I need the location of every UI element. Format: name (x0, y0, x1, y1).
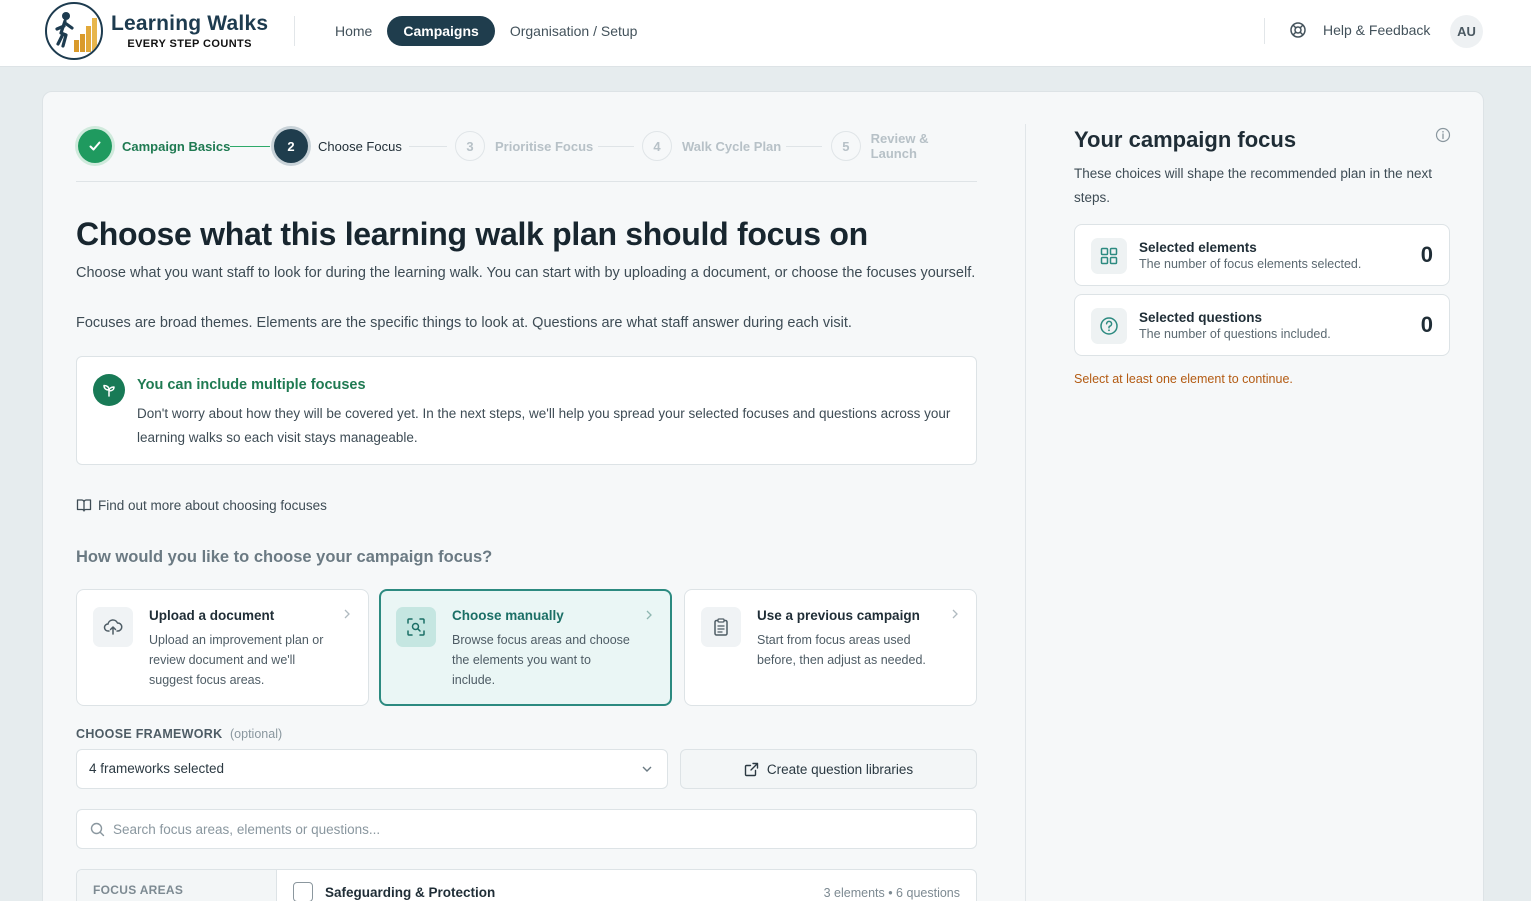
step-prioritise-focus[interactable]: 3 Prioritise Focus (455, 126, 593, 166)
wizard-stepper: Campaign Basics 2 Choose Focus 3 Priorit… (76, 126, 977, 166)
step-connector (230, 146, 270, 147)
focus-area-title: Safeguarding & Protection (325, 884, 496, 900)
selected-questions-count: 0 (1420, 312, 1433, 337)
option-description: Start from focus areas used before, then… (757, 633, 926, 667)
step-connector (598, 146, 634, 147)
focus-area-row[interactable]: Safeguarding & Protection (293, 882, 495, 901)
create-question-libraries-button[interactable]: Create question libraries (680, 749, 977, 789)
checkmark-icon (78, 129, 112, 163)
step-label: Choose Focus (318, 138, 402, 154)
framework-label-text: CHOOSE FRAMEWORK (76, 727, 223, 741)
framework-optional-label: (optional) (230, 727, 283, 741)
chevron-right-icon (952, 609, 958, 619)
external-link-icon (744, 762, 759, 776)
user-avatar[interactable]: AU (1450, 15, 1483, 48)
stat-description: The number of focus elements selected. (1139, 257, 1362, 271)
nav-divider-right (1264, 18, 1265, 44)
option-previous-campaign[interactable]: Use a previous campaign Start from focus… (684, 589, 977, 706)
step-label: Campaign Basics (122, 138, 231, 154)
intro-text: Choose what you want staff to look for d… (76, 265, 976, 281)
find-out-more-label: Find out more about choosing focuses (98, 497, 327, 513)
step-label: Walk Cycle Plan (682, 138, 782, 154)
step-connector (409, 146, 447, 147)
create-question-libraries-label: Create question libraries (766, 761, 914, 777)
nav-item-home[interactable]: Home (320, 16, 387, 46)
chevron-down-icon (642, 766, 652, 772)
info-box-text: Don't worry about how they will be cover… (137, 406, 951, 445)
lifebuoy-icon (1290, 22, 1306, 38)
app-logo[interactable]: Learning Walks EVERY STEP COUNTS (45, 2, 268, 60)
step-review-launch[interactable]: 5 Review & Launch (831, 126, 977, 166)
main-nav: Home Campaigns Organisation / Setup (320, 16, 652, 46)
app-tagline: EVERY STEP COUNTS (127, 38, 252, 50)
framework-selected-value: 4 frameworks selected (89, 761, 225, 776)
top-navigation-bar: Learning Walks EVERY STEP COUNTS Home Ca… (0, 0, 1531, 67)
page-title: Choose what this learning walk plan shou… (76, 216, 868, 252)
search-input[interactable] (113, 810, 963, 848)
choose-method-heading: How would you like to choose your campai… (76, 548, 493, 566)
step-campaign-basics[interactable]: Campaign Basics (78, 126, 230, 166)
option-upload-document[interactable]: Upload a document Upload an improvement … (76, 589, 369, 706)
selected-elements-count: 0 (1420, 242, 1433, 267)
option-description: Upload an improvement plan or review doc… (149, 633, 324, 687)
focus-areas-panel: FOCUS AREAS Safeguarding & Protection 3 … (76, 869, 977, 901)
info-icon[interactable] (1435, 127, 1451, 143)
focus-areas-sidebar: FOCUS AREAS (77, 870, 277, 901)
app-title: Learning Walks (111, 12, 269, 35)
nav-item-campaigns[interactable]: Campaigns (387, 16, 495, 46)
walker-logo-icon (45, 2, 103, 60)
clipboard-icon (701, 607, 741, 647)
selected-questions-card: Selected questions The number of questio… (1074, 294, 1450, 356)
validation-warning: Select at least one element to continue. (1074, 372, 1293, 386)
step-number: 3 (455, 131, 485, 161)
grid-icon (1091, 238, 1127, 274)
intro-text-definitions: Focuses are broad themes. Elements are t… (76, 315, 852, 331)
step-label: Prioritise Focus (495, 138, 594, 154)
step-choose-focus[interactable]: 2 Choose Focus (274, 126, 402, 166)
sprout-icon (93, 374, 125, 406)
chevron-right-icon (344, 609, 350, 619)
column-divider (1025, 124, 1026, 901)
stepper-divider (76, 181, 977, 182)
book-open-icon (76, 499, 92, 512)
question-circle-icon (1091, 308, 1127, 344)
help-label: Help & Feedback (1323, 22, 1431, 38)
nav-divider (294, 16, 295, 46)
find-out-more-link[interactable]: Find out more about choosing focuses (76, 497, 327, 513)
focus-search-box (76, 809, 977, 849)
step-walk-cycle-plan[interactable]: 4 Walk Cycle Plan (642, 126, 781, 166)
cloud-upload-icon (93, 607, 133, 647)
summary-title: Your campaign focus (1074, 127, 1297, 152)
focus-area-meta: 3 elements • 6 questions (823, 886, 960, 900)
multiple-focuses-info-box: You can include multiple focuses Don't w… (76, 356, 977, 465)
summary-subtitle: These choices will shape the recommended… (1074, 166, 1432, 205)
step-label: Review & Launch (870, 131, 929, 161)
framework-select[interactable]: 4 frameworks selected (76, 749, 668, 789)
option-title: Choose manually (452, 608, 564, 623)
step-number: 4 (642, 131, 672, 161)
stat-title: Selected elements (1139, 240, 1257, 255)
option-title: Upload a document (149, 608, 275, 623)
search-icon (90, 822, 105, 837)
focus-areas-label: FOCUS AREAS (93, 883, 184, 897)
info-box-title: You can include multiple focuses (137, 377, 366, 393)
scan-search-icon (396, 607, 436, 647)
campaign-wizard-card: Campaign Basics 2 Choose Focus 3 Priorit… (42, 91, 1484, 901)
nav-item-organisation-setup[interactable]: Organisation / Setup (495, 16, 653, 46)
chevron-right-icon (646, 610, 652, 620)
option-choose-manually[interactable]: Choose manually Browse focus areas and c… (379, 589, 672, 706)
step-number: 5 (831, 131, 861, 161)
option-title: Use a previous campaign (757, 608, 920, 623)
stat-title: Selected questions (1139, 310, 1263, 325)
focus-area-checkbox[interactable] (293, 882, 313, 901)
step-number: 2 (274, 129, 308, 163)
option-description: Browse focus areas and choose the elemen… (452, 633, 630, 687)
framework-label: CHOOSE FRAMEWORK (optional) (76, 727, 282, 741)
step-connector (786, 146, 822, 147)
selected-elements-card: Selected elements The number of focus el… (1074, 224, 1450, 286)
stat-description: The number of questions included. (1139, 327, 1331, 341)
help-feedback-link[interactable]: Help & Feedback (1289, 21, 1430, 39)
